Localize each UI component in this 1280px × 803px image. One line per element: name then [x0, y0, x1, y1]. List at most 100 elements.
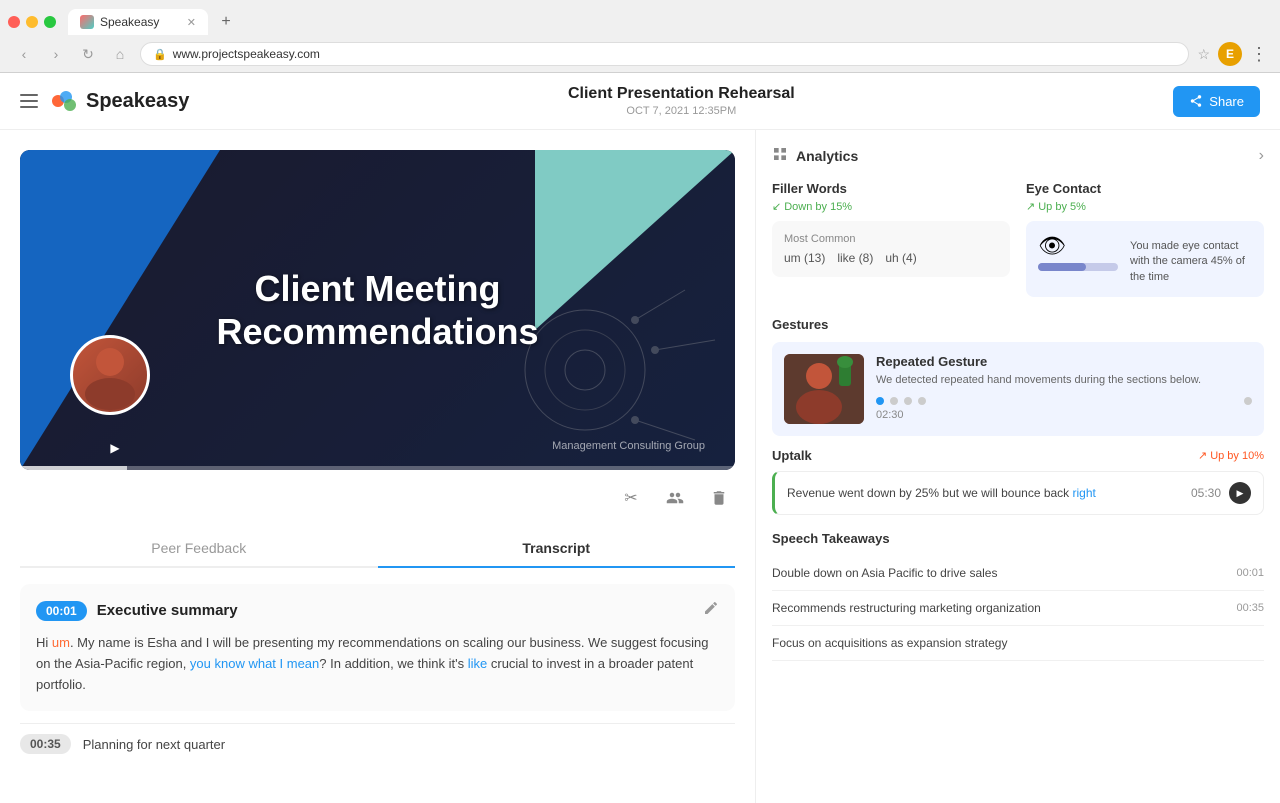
takeaway-item-1[interactable]: Double down on Asia Pacific to drive sal…: [772, 556, 1264, 591]
video-progress-fill: [20, 466, 127, 470]
delete-button[interactable]: [703, 482, 735, 514]
back-button[interactable]: ‹: [12, 42, 36, 66]
filler-words-trend: ↙ Down by 15%: [772, 200, 1010, 213]
uptalk-card: Revenue went down by 25% but we will bou…: [772, 471, 1264, 515]
speech-takeaways-section: Speech Takeaways Double down on Asia Pac…: [772, 531, 1264, 661]
active-tab[interactable]: Speakeasy ✕: [68, 9, 208, 35]
scissors-button[interactable]: ✂: [615, 482, 647, 514]
reload-button[interactable]: ↻: [76, 42, 100, 66]
transcript-item-2: 00:35 Planning for next quarter: [20, 723, 735, 764]
edit-button[interactable]: [703, 600, 719, 621]
expand-icon[interactable]: ›: [1259, 147, 1264, 165]
gestures-section: Gestures Repeated Gesture We dete: [772, 317, 1264, 436]
uptalk-heading: Uptalk: [772, 448, 812, 463]
eye-icon-col: 👁: [1038, 233, 1118, 271]
tab-peer-feedback[interactable]: Peer Feedback: [20, 530, 378, 568]
forward-button[interactable]: ›: [44, 42, 68, 66]
gesture-dot-1[interactable]: [876, 397, 884, 405]
page-subtitle: OCT 7, 2021 12:35PM: [189, 105, 1173, 117]
speech-takeaways-heading: Speech Takeaways: [772, 531, 1264, 546]
timestamp-badge-gray: 00:35: [20, 734, 71, 754]
trend-up-arrow: ↗: [1026, 200, 1035, 213]
slide-content: Client Meeting Recommendations: [216, 267, 538, 353]
app-header: Speakeasy Client Presentation Rehearsal …: [0, 73, 1280, 130]
gestures-heading: Gestures: [772, 317, 1264, 332]
eye-contact-title: Eye Contact: [1026, 181, 1264, 196]
analytics-metrics-row: Filler Words ↙ Down by 15% Most Common u…: [772, 181, 1264, 297]
transcript-item-text: Planning for next quarter: [83, 737, 225, 752]
slide-title-line1: Client Meeting: [254, 268, 500, 309]
share-label: Share: [1209, 94, 1244, 109]
takeaway-text-1: Double down on Asia Pacific to drive sal…: [772, 566, 1236, 580]
more-menu-button[interactable]: ⋮: [1250, 44, 1268, 65]
home-button[interactable]: ⌂: [108, 42, 132, 66]
maximize-button[interactable]: [44, 16, 56, 28]
users-icon: [666, 489, 684, 507]
logo-icon: [50, 87, 78, 115]
uptalk-trend-arrow: ↗: [1198, 449, 1207, 462]
takeaway-time-2: 00:35: [1236, 602, 1264, 614]
minimize-button[interactable]: [26, 16, 38, 28]
gesture-card: Repeated Gesture We detected repeated ha…: [772, 342, 1264, 436]
tab-favicon: [80, 15, 94, 29]
video-progress-bar[interactable]: [20, 466, 735, 470]
filler-most-common-label: Most Common: [784, 233, 998, 245]
tab-transcript[interactable]: Transcript: [378, 530, 736, 568]
uptalk-play-button[interactable]: ▶: [1229, 482, 1251, 504]
filler-uh: uh (4): [885, 251, 916, 265]
gesture-dot-2[interactable]: [890, 397, 898, 405]
share-button[interactable]: Share: [1173, 86, 1260, 117]
hamburger-menu[interactable]: [20, 94, 38, 108]
trash-icon: [710, 489, 728, 507]
page-title: Client Presentation Rehearsal: [189, 85, 1173, 103]
gesture-info: Repeated Gesture We detected repeated ha…: [876, 354, 1252, 424]
gesture-dot-3[interactable]: [904, 397, 912, 405]
video-actions: ✂: [20, 482, 735, 514]
transcript-header: 00:01 Executive summary: [36, 600, 719, 621]
bookmark-icon[interactable]: ☆: [1197, 46, 1210, 63]
video-slide: Client Meeting Recommendations Managemen…: [20, 150, 735, 470]
tab-close-button[interactable]: ✕: [187, 16, 196, 29]
filler-like: like (8): [837, 251, 873, 265]
right-panel: Analytics › Filler Words ↙ Down by 15% M…: [755, 130, 1280, 803]
new-tab-button[interactable]: +: [212, 8, 240, 36]
text-normal: Hi: [36, 635, 52, 650]
play-button[interactable]: ▶: [105, 438, 125, 458]
header-center: Client Presentation Rehearsal OCT 7, 202…: [189, 85, 1173, 117]
url-input[interactable]: 🔒 www.projectspeakeasy.com: [140, 42, 1189, 66]
gesture-desc: We detected repeated hand movements duri…: [876, 373, 1252, 388]
timestamp-badge: 00:01: [36, 601, 87, 621]
gesture-dot-5[interactable]: [1244, 397, 1252, 405]
eye-contact-description: You made eye contact with the camera 45%…: [1130, 239, 1252, 285]
close-button[interactable]: [8, 16, 20, 28]
takeaway-item-3[interactable]: Focus on acquisitions as expansion strat…: [772, 626, 1264, 661]
eye-contact-fill: [1038, 263, 1086, 271]
transcript-text: Hi um. My name is Esha and I will be pre…: [36, 633, 719, 695]
logo-svg: [50, 87, 78, 115]
filler-word-um[interactable]: um: [52, 635, 70, 650]
logo[interactable]: Speakeasy: [50, 87, 189, 115]
uptalk-quote-text: Revenue went down by 25% but we will bou…: [787, 486, 1069, 500]
trend-down-arrow: ↙: [772, 200, 781, 213]
logo-text: Speakeasy: [86, 90, 189, 113]
gesture-title: Repeated Gesture: [876, 354, 1252, 369]
filler-word-like[interactable]: like: [468, 656, 488, 671]
video-container: Client Meeting Recommendations Managemen…: [20, 150, 735, 470]
tab-title: Speakeasy: [100, 15, 159, 29]
eye-trend-label: Up by 5%: [1038, 201, 1086, 213]
hamburger-line: [20, 106, 38, 108]
traffic-lights: [8, 16, 56, 28]
takeaway-text-3: Focus on acquisitions as expansion strat…: [772, 636, 1264, 650]
gesture-dot-4[interactable]: [918, 397, 926, 405]
share-users-button[interactable]: [659, 482, 691, 514]
analytics-title: Analytics: [796, 148, 1251, 164]
lock-icon: 🔒: [153, 48, 167, 61]
takeaway-text-2: Recommends restructuring marketing organ…: [772, 601, 1236, 615]
address-bar: ‹ › ↻ ⌂ 🔒 www.projectspeakeasy.com ☆ E ⋮: [0, 36, 1280, 72]
filler-phrase[interactable]: you know what I mean: [190, 656, 319, 671]
gesture-dots: [876, 397, 1252, 405]
user-avatar-chrome[interactable]: E: [1218, 42, 1242, 66]
filler-card: Most Common um (13) like (8) uh (4): [772, 221, 1010, 277]
takeaway-item-2[interactable]: Recommends restructuring marketing organ…: [772, 591, 1264, 626]
uptalk-quote: Revenue went down by 25% but we will bou…: [787, 486, 1191, 500]
